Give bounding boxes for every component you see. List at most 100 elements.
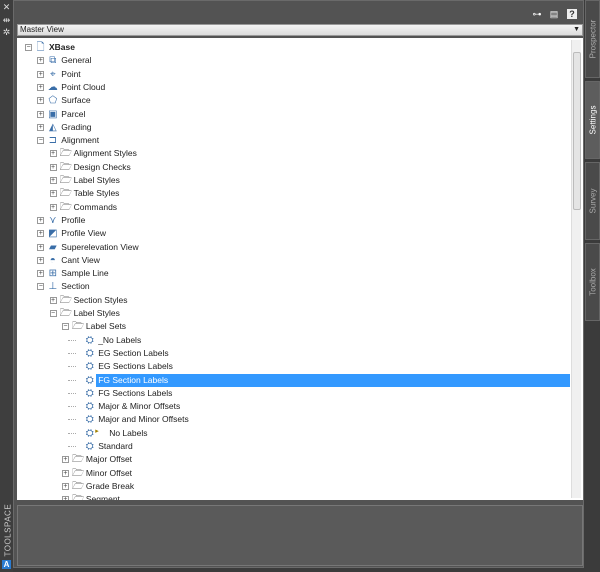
expand-toggle[interactable]: + — [37, 243, 45, 251]
tree-item-label: EG Section Labels — [98, 347, 169, 358]
tree-item[interactable]: + ◭ Grading — [17, 121, 570, 134]
tree-item[interactable]: ⛭ Standard — [17, 440, 570, 453]
tree-item-label: Sample Line — [61, 268, 109, 279]
tree-item[interactable]: ⛭ EG Sections Labels — [17, 360, 570, 373]
tree-item[interactable]: + 🗁 Commands — [17, 201, 570, 214]
tree-item[interactable]: ⛭ _No Labels — [17, 334, 570, 347]
tree-item-label: XBase — [49, 42, 75, 52]
tree-item[interactable]: + 🗁 Major Offset — [17, 453, 570, 466]
help-icon[interactable]: ? — [567, 9, 577, 19]
tree-item[interactable]: + ⊞ Sample Line — [17, 267, 570, 280]
expand-toggle[interactable]: + — [37, 70, 45, 78]
tree-item[interactable]: + 🗁 Minor Offset — [17, 467, 570, 480]
expand-toggle[interactable]: + — [37, 97, 45, 105]
tree-item-label: Point Cloud — [61, 81, 106, 92]
label-set-icon: ⛭ — [85, 427, 94, 439]
expand-toggle[interactable]: + — [37, 57, 45, 65]
collapse-toggle[interactable]: − — [37, 283, 45, 291]
expand-toggle[interactable]: + — [49, 203, 57, 211]
tree-item[interactable]: + 🗁 Design Checks — [17, 161, 570, 174]
tree-item[interactable]: + ☁ Point Cloud — [17, 81, 570, 94]
expand-toggle[interactable]: + — [37, 256, 45, 264]
expand-toggle[interactable]: + — [61, 456, 69, 464]
folder-icon: 🗁 — [71, 480, 85, 492]
collapse-toggle[interactable]: − — [25, 44, 32, 51]
collapse-toggle[interactable]: − — [37, 137, 45, 145]
expand-toggle[interactable]: + — [61, 482, 69, 490]
tree-item[interactable]: − 🗁 Label Styles — [17, 307, 570, 320]
expand-toggle[interactable]: + — [61, 469, 69, 477]
expand-toggle[interactable]: + — [61, 496, 69, 500]
collapse-toggle[interactable]: − — [49, 310, 57, 317]
tree-item[interactable]: ⛭ ▸ No Labels — [17, 427, 570, 440]
tab-survey[interactable]: Survey — [585, 162, 600, 240]
tree-item[interactable]: + ⋎ Profile — [17, 214, 570, 227]
expand-toggle[interactable]: + — [37, 83, 45, 91]
tree-item[interactable]: − ⊥ Section — [17, 280, 570, 293]
tree-item[interactable]: + ◓ Cant View — [17, 254, 570, 267]
tree-item[interactable]: + 🗁 Table Styles — [17, 187, 570, 200]
tree-item[interactable]: + ▣ Parcel — [17, 108, 570, 121]
expand-toggle[interactable]: + — [49, 177, 57, 184]
tree-item-label: Minor Offset — [85, 467, 133, 478]
tree-item-label: Grade Break — [85, 480, 135, 491]
tree-item[interactable]: + 🗁 Alignment Styles — [17, 147, 570, 160]
vertical-scrollbar[interactable] — [571, 40, 581, 498]
tab-toolbox[interactable]: Toolbox — [585, 243, 600, 321]
expand-toggle[interactable]: + — [37, 110, 45, 118]
tab-prospector[interactable]: Prospector — [585, 0, 600, 78]
point-cloud-icon: ☁ — [47, 81, 58, 93]
tree-item[interactable]: − 🗋 XBase — [17, 41, 570, 54]
view-select[interactable]: Master View ▼ — [17, 24, 583, 36]
tree-connector — [68, 419, 77, 421]
tree-item-label: Alignment — [61, 135, 100, 146]
expand-toggle[interactable]: + — [37, 270, 45, 278]
properties-icon[interactable]: ✲ — [2, 28, 11, 37]
tree-item-label: No Labels — [109, 427, 148, 438]
tree-item[interactable]: + ⬠ Surface — [17, 94, 570, 107]
expand-toggle[interactable]: + — [49, 190, 57, 198]
expand-toggle[interactable]: + — [49, 163, 57, 171]
tree-item-label: Profile View — [61, 228, 107, 239]
tab-label: Toolbox — [588, 268, 597, 296]
network-icon[interactable]: ⊶ — [532, 9, 542, 19]
tree-item[interactable]: + 🗁 Segment — [17, 493, 570, 500]
tree-item[interactable]: ⛭ Major & Minor Offsets — [17, 400, 570, 413]
tab-label: Settings — [588, 105, 597, 135]
tree-item[interactable]: − 🗁 Label Sets — [17, 320, 570, 333]
panel-icon[interactable]: ▤ — [549, 9, 559, 19]
tree-item[interactable]: ⛭ Major and Minor Offsets — [17, 413, 570, 426]
auto-hide-icon[interactable]: ⇹ — [2, 16, 11, 25]
tree-item[interactable]: − ⊐ Alignment — [17, 134, 570, 147]
profile-icon: ⋎ — [49, 214, 57, 226]
tree-item[interactable]: + ⧉ General — [17, 54, 570, 67]
tree-item-label: Segment — [85, 494, 120, 500]
tree-item[interactable]: + 🗁 Label Styles — [17, 174, 570, 187]
tree-item-label: FG Sections Labels — [98, 387, 173, 398]
settings-tree: − 🗋 XBase + ⧉ General + ⌖ Point + ☁ Point Cloud + ⬠ Su… — [17, 38, 583, 500]
tree-item[interactable]: ⛭ EG Section Labels — [17, 347, 570, 360]
tree-item[interactable]: ⛭ FG Sections Labels — [17, 387, 570, 400]
tab-label: Survey — [588, 188, 597, 214]
expand-toggle[interactable]: + — [37, 230, 45, 238]
tree-item[interactable]: + 🗁 Grade Break — [17, 480, 570, 493]
tree-item[interactable]: + ◩ Profile View — [17, 227, 570, 240]
label-set-icon: ⛭ — [85, 334, 94, 346]
tree-item[interactable]: + ▰ Superelevation View — [17, 241, 570, 254]
expand-toggle[interactable]: + — [49, 150, 57, 158]
tree-item[interactable]: + 🗁 Section Styles — [17, 294, 570, 307]
tree-item[interactable]: + ⌖ Point — [17, 68, 570, 81]
tab-settings[interactable]: Settings — [585, 81, 600, 159]
view-select-value: Master View — [20, 25, 64, 34]
expand-toggle[interactable]: + — [37, 123, 45, 131]
point-icon: ⌖ — [49, 68, 56, 80]
cant-icon: ◓ — [49, 254, 56, 266]
expand-toggle[interactable]: + — [37, 216, 45, 224]
scrollbar-thumb[interactable] — [573, 52, 581, 210]
tab-label: Prospector — [588, 19, 597, 59]
close-icon[interactable]: ✕ — [2, 3, 11, 12]
expand-toggle[interactable]: + — [49, 296, 57, 304]
collapse-toggle[interactable]: − — [61, 323, 69, 331]
chevron-down-icon[interactable]: ▼ — [573, 25, 580, 35]
tree-item[interactable]: ⛭ FG Section Labels — [17, 373, 570, 387]
